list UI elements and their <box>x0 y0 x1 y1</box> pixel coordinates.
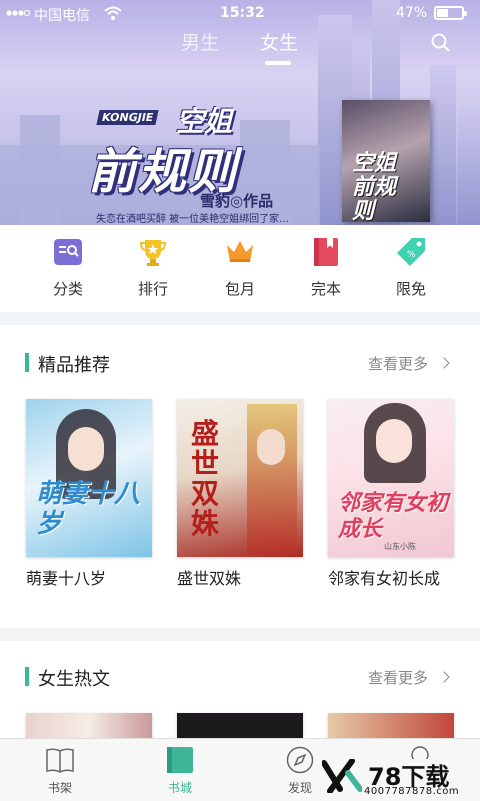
book-cover[interactable]: 萌妻十八岁 <box>26 399 152 557</box>
nav-bookstore-label: 书城 <box>167 781 192 795</box>
section-hot-female: 女生热文 查看更多 <box>0 641 480 743</box>
book-cover-title: 盛世双姝 <box>191 417 220 540</box>
menu-ranking[interactable]: 排行 <box>105 225 201 312</box>
bookstore-icon <box>167 747 193 773</box>
bookshelf-icon <box>46 748 74 773</box>
compass-icon <box>286 746 314 774</box>
active-tab-indicator <box>265 61 291 65</box>
wifi-icon <box>104 6 122 20</box>
tab-female[interactable]: 女生 <box>260 28 298 55</box>
bottom-nav: 书架 书城 发现 78下载 400778787​8.com <box>0 738 480 801</box>
menu-ranking-label: 排行 <box>137 280 168 298</box>
banner-logo-sub: KONGJIE <box>96 110 159 125</box>
nav-bookshelf-label: 书架 <box>47 781 72 795</box>
status-bar: 中国电信 15:32 47% <box>0 0 480 26</box>
book-icon <box>314 238 338 266</box>
nav-bookstore[interactable]: 书城 <box>132 739 228 801</box>
menu-free-label: 限免 <box>395 280 426 298</box>
book-title[interactable]: 邻家有女初长成 <box>328 568 458 589</box>
section-title: 女生热文 <box>38 669 110 690</box>
book-cover[interactable]: 邻家有女初成长 山东小陈 <box>328 399 454 557</box>
banner-author: 雪豹◎作品 <box>200 192 274 210</box>
section-accent-bar <box>25 353 29 372</box>
signal-icon <box>6 9 30 17</box>
chevron-right-icon[interactable] <box>438 671 450 683</box>
tab-male[interactable]: 男生 <box>181 28 219 55</box>
chevron-right-icon[interactable] <box>438 357 450 369</box>
watermark-url: 400778787​8.com <box>364 786 460 797</box>
nav-bookshelf[interactable]: 书架 <box>12 739 108 801</box>
battery-percent: 47% <box>396 5 428 21</box>
svg-text:%: % <box>407 250 416 260</box>
featured-banner[interactable]: KONGJIE 空姐 前规则 雪豹◎作品 失恋在酒吧买醉 被一位美艳空姐绑回了家… <box>0 0 480 225</box>
menu-monthly[interactable]: 包月 <box>192 225 288 312</box>
book-cover[interactable]: 盛世双姝 <box>177 399 303 557</box>
menu-category[interactable]: 分类 <box>20 225 116 312</box>
site-logo-icon <box>322 759 362 793</box>
section-title: 精品推荐 <box>38 355 110 376</box>
section-accent-bar <box>25 667 29 686</box>
trophy-icon <box>139 240 167 266</box>
menu-category-label: 分类 <box>52 280 83 298</box>
book-title[interactable]: 盛世双姝 <box>177 568 317 589</box>
menu-completed[interactable]: 完本 <box>278 225 374 312</box>
section-recommended: 精品推荐 查看更多 萌妻十八岁 萌妻十八岁 盛世双姝 盛世双姝 邻家有女初成长 … <box>0 325 480 628</box>
carrier-label: 中国电信 <box>34 8 90 24</box>
menu-free[interactable]: % 限免 <box>363 225 459 312</box>
search-icon[interactable] <box>431 33 451 53</box>
banner-tagline: 失恋在酒吧买醉 被一位美艳空姐绑回了家… <box>96 214 290 225</box>
book-cover-title: 萌妻十八岁 <box>36 479 141 539</box>
site-watermark: 78下载 400778787​8.com <box>322 757 480 801</box>
menu-completed-label: 完本 <box>310 280 341 298</box>
book-title[interactable]: 萌妻十八岁 <box>26 568 166 589</box>
see-more-link[interactable]: 查看更多 <box>368 353 428 374</box>
battery-icon <box>434 6 467 20</box>
book-cover-author: 山东小陈 <box>384 542 416 551</box>
quick-menu: 分类 排行 包月 完本 % 限免 <box>0 225 480 312</box>
category-icon <box>54 239 82 265</box>
banner-cover-title: 空姐前规则 <box>352 151 397 224</box>
clock: 15:32 <box>220 5 265 21</box>
menu-monthly-label: 包月 <box>224 280 255 298</box>
tag-icon: % <box>397 238 425 266</box>
see-more-link[interactable]: 查看更多 <box>368 667 428 688</box>
book-cover-title: 邻家有女初成长 <box>338 491 449 542</box>
crown-icon <box>227 241 253 262</box>
